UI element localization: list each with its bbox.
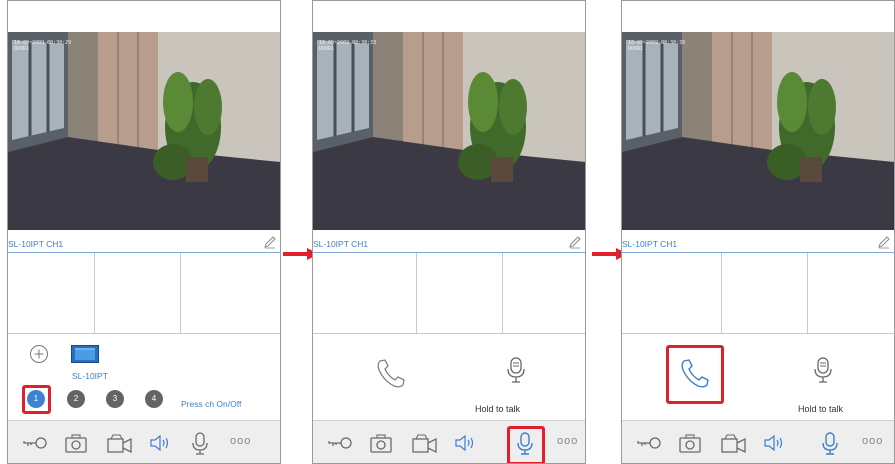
channel-label: SL-10IPT CH1 xyxy=(8,239,64,249)
speaker-icon[interactable] xyxy=(453,431,477,455)
camera-image xyxy=(622,32,894,230)
grid-cell[interactable] xyxy=(622,253,722,333)
add-device-icon[interactable] xyxy=(29,344,49,369)
grid-cell[interactable] xyxy=(417,253,503,333)
grid-cell[interactable] xyxy=(503,253,585,333)
video-record-icon[interactable] xyxy=(106,431,132,455)
grid-cell[interactable] xyxy=(181,253,280,333)
pencil-icon[interactable] xyxy=(263,235,277,249)
more-icon[interactable]: ooo xyxy=(862,435,886,459)
channel-3-button[interactable]: 3 xyxy=(106,390,124,408)
key-icon[interactable] xyxy=(22,431,47,455)
timestamp-overlay: 10-05-2009 00:38:29 DOOR1 xyxy=(14,40,72,52)
timestamp-overlay: 10-05-2009 00:38:39 DOOR1 xyxy=(628,40,686,52)
more-icon[interactable]: ooo xyxy=(230,435,254,459)
grid-cell[interactable] xyxy=(722,253,808,333)
press-hint: Press ch On/Off xyxy=(181,399,242,409)
camera-image xyxy=(8,32,280,230)
camera-icon[interactable] xyxy=(369,431,393,455)
channel-4-button[interactable]: 4 xyxy=(145,390,163,408)
device-thumbnail-icon[interactable] xyxy=(71,345,99,368)
grid-divider xyxy=(8,333,280,334)
hold-to-talk-label: Hold to talk xyxy=(475,404,521,414)
channel-label: SL-10IPT CH1 xyxy=(622,239,678,249)
hold-to-talk-label: Hold to talk xyxy=(798,404,844,414)
screen-3: 10-05-2009 00:38:39 DOOR1 SL-10IPT CH1 H… xyxy=(621,0,895,464)
microphone-icon[interactable] xyxy=(188,431,212,455)
highlight-box xyxy=(22,385,51,414)
grid-divider xyxy=(622,333,894,334)
screen-1: 10-05-2009 00:38:29 DOOR1 SL-10IPT CH1 S… xyxy=(7,0,281,464)
camera-icon[interactable] xyxy=(64,431,88,455)
camera-view[interactable]: 10-05-2009 00:38:29 DOOR1 xyxy=(8,32,280,230)
timestamp-overlay: 10-05-2009 00:38:33 DOOR1 xyxy=(319,40,377,52)
video-record-icon[interactable] xyxy=(720,431,746,455)
grid-cell[interactable] xyxy=(8,253,95,333)
channel-label: SL-10IPT CH1 xyxy=(313,239,369,249)
camera-icon[interactable] xyxy=(678,431,702,455)
key-icon[interactable] xyxy=(327,431,352,455)
grid-divider xyxy=(313,333,585,334)
speaker-icon[interactable] xyxy=(148,431,172,455)
channel-bar: SL-10IPT CH1 xyxy=(313,235,585,253)
screen-2: 10-05-2009 00:38:33 DOOR1 SL-10IPT CH1 H… xyxy=(312,0,586,464)
camera-view[interactable]: 10-05-2009 00:38:33 DOOR1 xyxy=(313,32,585,230)
key-icon[interactable] xyxy=(636,431,661,455)
grid-cell[interactable] xyxy=(313,253,417,333)
split-view-grid xyxy=(8,253,280,334)
bottom-toolbar: ooo xyxy=(622,420,894,463)
phone-icon[interactable] xyxy=(374,357,408,396)
hold-to-talk-mic-icon[interactable] xyxy=(811,356,835,389)
camera-image xyxy=(313,32,585,230)
device-label: SL-10IPT xyxy=(72,371,108,381)
bottom-toolbar: ooo xyxy=(8,420,280,463)
channel-bar: SL-10IPT CH1 xyxy=(622,235,894,253)
grid-cell[interactable] xyxy=(808,253,894,333)
video-record-icon[interactable] xyxy=(411,431,437,455)
microphone-icon[interactable] xyxy=(818,431,842,455)
hold-to-talk-mic-icon[interactable] xyxy=(504,356,528,389)
pencil-icon[interactable] xyxy=(877,235,891,249)
channel-bar: SL-10IPT CH1 xyxy=(8,235,280,253)
highlight-box xyxy=(666,345,724,404)
channel-2-button[interactable]: 2 xyxy=(67,390,85,408)
grid-cell[interactable] xyxy=(95,253,181,333)
more-icon[interactable]: ooo xyxy=(557,435,581,459)
split-view-grid xyxy=(622,253,894,334)
camera-view[interactable]: 10-05-2009 00:38:39 DOOR1 xyxy=(622,32,894,230)
pencil-icon[interactable] xyxy=(568,235,582,249)
highlight-box xyxy=(507,426,545,463)
speaker-icon[interactable] xyxy=(762,431,786,455)
split-view-grid xyxy=(313,253,585,334)
